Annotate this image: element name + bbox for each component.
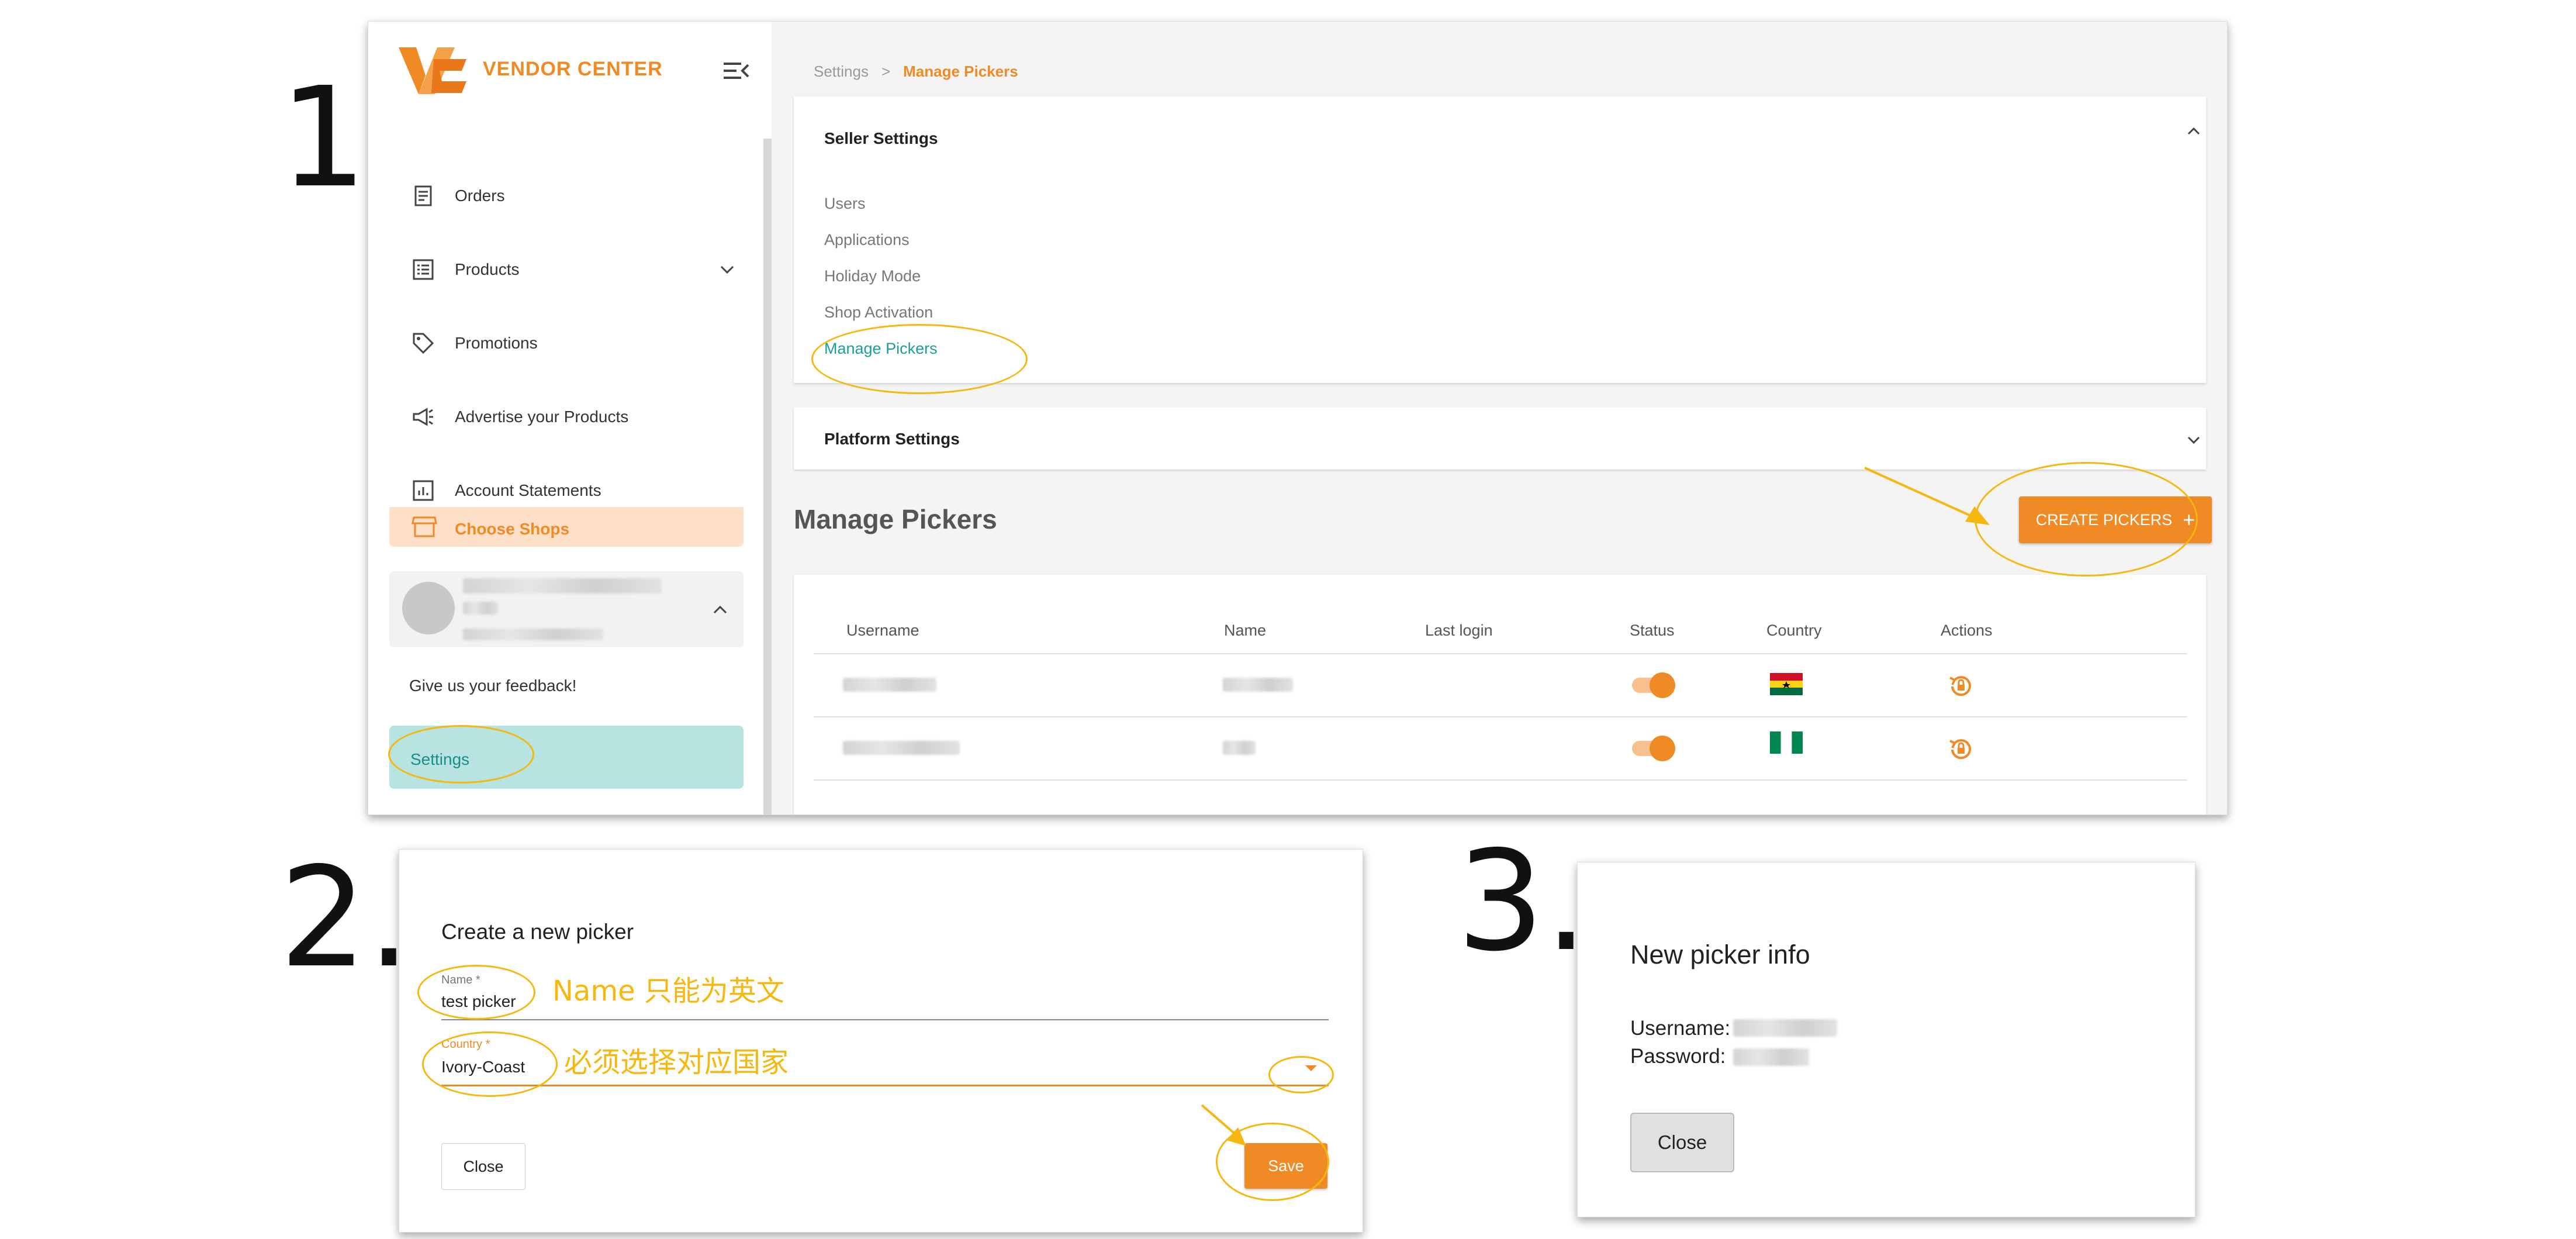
table-row[interactable] (794, 654, 2206, 716)
annotation-ellipse-manage-pickers (811, 324, 1028, 394)
link-shop-activation[interactable]: Shop Activation (824, 303, 933, 322)
password-label: Password: (1630, 1045, 1726, 1068)
sidebar-item-account-statements[interactable]: Account Statements (409, 473, 748, 508)
sidebar-item-label: Orders (455, 187, 505, 205)
password-row: Password: (1630, 1045, 1726, 1068)
chart-icon (409, 477, 437, 505)
store-icon (412, 516, 437, 537)
tag-icon (409, 329, 437, 357)
manage-pickers-heading: Manage Pickers (794, 504, 997, 534)
annotation-ellipse-settings (388, 725, 534, 784)
sidebar-item-orders[interactable]: Orders (409, 178, 748, 213)
close-button[interactable]: Close (1630, 1113, 1734, 1172)
platform-settings-title: Platform Settings (824, 430, 960, 448)
link-users[interactable]: Users (824, 195, 866, 213)
user-name-redacted (463, 578, 662, 593)
user-email-redacted (463, 629, 603, 640)
collapse-menu-icon[interactable] (722, 59, 751, 82)
username-redacted (843, 678, 936, 692)
receipt-icon (409, 182, 437, 210)
username-label: Username: (1630, 1017, 1731, 1040)
sidebar-item-products[interactable]: Products (409, 252, 748, 287)
sidebar-item-label: Promotions (455, 334, 538, 352)
user-meta-redacted (463, 602, 498, 615)
step-number-3: 3. (1457, 821, 1589, 982)
breadcrumb-current: Manage Pickers (903, 63, 1018, 80)
status-toggle[interactable] (1630, 734, 1678, 763)
platform-settings-panel[interactable]: Platform Settings (794, 408, 2206, 470)
username-row: Username: (1630, 1017, 1730, 1040)
chevron-up-icon[interactable] (2185, 122, 2202, 140)
dialog-title: Create a new picker (441, 920, 634, 944)
vendor-center-window: VENDOR CENTER Orders Products Promotions (368, 21, 2228, 815)
column-header-last-login: Last login (1425, 622, 1493, 639)
password-value-redacted (1733, 1048, 1809, 1066)
username-redacted (843, 741, 960, 755)
table-row[interactable] (794, 717, 2206, 779)
breadcrumb-settings[interactable]: Settings (814, 63, 869, 80)
name-field-underline (441, 1019, 1329, 1020)
breadcrumb: Settings > Manage Pickers (814, 63, 1018, 81)
table-divider (814, 779, 2187, 781)
column-header-actions: Actions (1941, 622, 1993, 639)
dialog-title: New picker info (1630, 940, 1810, 969)
name-redacted (1223, 741, 1256, 755)
user-account-card[interactable] (389, 571, 744, 647)
column-header-username: Username (846, 622, 919, 639)
seller-settings-title[interactable]: Seller Settings (824, 129, 938, 148)
annotation-ellipse-country-field (422, 1031, 558, 1097)
sidebar-item-label: Account Statements (455, 481, 601, 499)
avatar (402, 582, 455, 634)
name-redacted (1223, 678, 1293, 692)
close-button[interactable]: Close (441, 1143, 525, 1190)
sidebar-item-label: Products (455, 260, 520, 278)
country-field-underline (441, 1085, 1329, 1086)
megaphone-icon (409, 403, 437, 431)
link-applications[interactable]: Applications (824, 231, 910, 249)
sidebar-item-choose-shops[interactable]: Choose Shops (389, 507, 744, 547)
link-holiday-mode[interactable]: Holiday Mode (824, 267, 921, 285)
create-picker-dialog: Create a new picker Name * test picker N… (399, 849, 1363, 1233)
sidebar-item-advertise[interactable]: Advertise your Products (409, 399, 748, 434)
brand-name: VENDOR CENTER (483, 58, 663, 80)
feedback-link[interactable]: Give us your feedback! (409, 677, 576, 695)
status-toggle[interactable] (1630, 671, 1678, 700)
list-icon (409, 256, 437, 284)
pickers-table: Username Name Last login Status Country … (794, 575, 2206, 815)
vendor-center-logo-icon (399, 47, 466, 94)
annotation-ellipse-create-pickers (1975, 462, 2198, 577)
country-field-annotation: 必须选择对应国家 (564, 1046, 789, 1079)
sidebar: VENDOR CENTER Orders Products Promotions (368, 22, 772, 815)
reset-password-icon[interactable] (1946, 736, 1976, 763)
column-header-country: Country (1766, 622, 1822, 639)
name-field-annotation: Name 只能为英文 (552, 975, 784, 1007)
annotation-ellipse-dropdown (1268, 1056, 1334, 1093)
chevron-down-icon[interactable] (718, 260, 737, 279)
column-header-status: Status (1630, 622, 1675, 639)
sidebar-scrollbar[interactable] (763, 139, 772, 815)
step-number-2: 2. (279, 837, 412, 998)
new-picker-info-dialog: New picker info Username: Password: Clos… (1577, 862, 2195, 1217)
sidebar-item-label: Advertise your Products (455, 408, 629, 426)
sidebar-item-promotions[interactable]: Promotions (409, 326, 748, 361)
choose-shops-label: Choose Shops (455, 520, 570, 538)
annotation-ellipse-save (1216, 1123, 1329, 1201)
chevron-up-icon[interactable] (711, 600, 729, 619)
chevron-down-icon[interactable] (2185, 431, 2202, 448)
annotation-ellipse-name-field (417, 965, 535, 1020)
main-content: Settings > Manage Pickers Seller Settings … (772, 22, 2227, 815)
reset-password-icon[interactable] (1946, 673, 1976, 700)
column-header-name: Name (1224, 622, 1267, 639)
username-value-redacted (1733, 1019, 1837, 1037)
breadcrumb-separator: > (881, 63, 891, 80)
nigeria-flag-icon (1770, 731, 1803, 754)
ghana-flag-icon (1770, 673, 1803, 695)
